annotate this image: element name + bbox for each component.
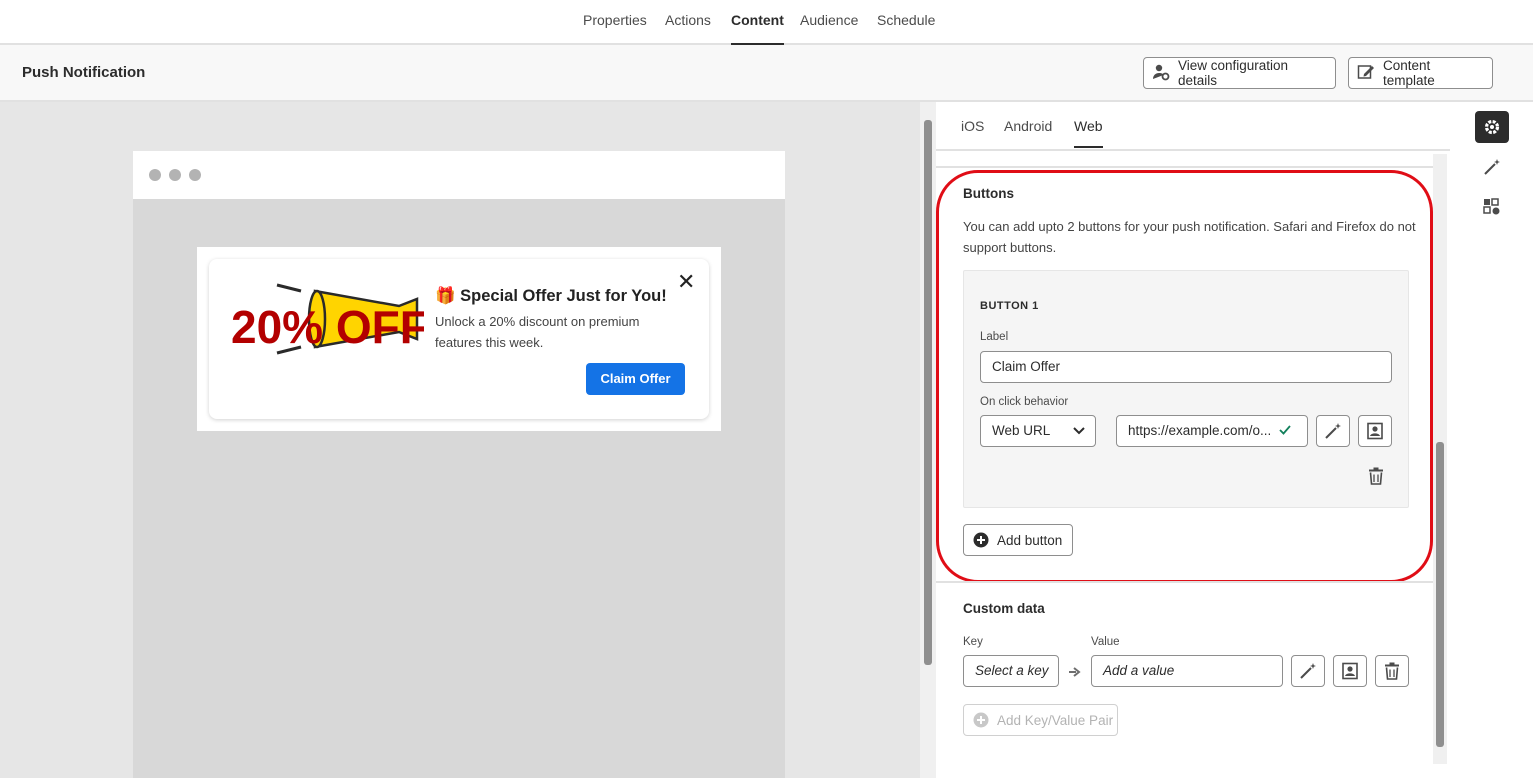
notification-frame: 20% OFF 🎁 Special Offer Just for You! Un…	[197, 247, 721, 431]
preview-scroll-thumb[interactable]	[924, 120, 932, 665]
browser-mockup: 20% OFF 🎁 Special Offer Just for You! Un…	[133, 151, 785, 778]
trash-icon	[1385, 662, 1399, 680]
settings-button[interactable]	[1475, 111, 1509, 143]
add-key-value-pair-button[interactable]: Add Key/Value Pair	[963, 704, 1118, 736]
value-asset-button[interactable]	[1333, 655, 1367, 687]
preview-canvas: 20% OFF 🎁 Special Offer Just for You! Un…	[0, 102, 936, 778]
layout-settings-icon	[1483, 198, 1500, 215]
view-configuration-label: View configuration details	[1178, 58, 1289, 88]
fragments-button[interactable]	[1475, 191, 1509, 223]
browser-titlebar	[133, 151, 785, 199]
panel-scrollbar[interactable]	[1433, 154, 1447, 764]
promo-image: 20% OFF	[231, 283, 424, 355]
preview-scrollbar[interactable]	[920, 102, 936, 778]
panel-scroll-thumb[interactable]	[1436, 442, 1444, 747]
content-template-button[interactable]: Content template	[1348, 57, 1493, 89]
tab-content[interactable]: Content	[731, 0, 784, 45]
value-input[interactable]: Add a value	[1091, 655, 1283, 687]
content-template-label: Content template	[1383, 58, 1435, 88]
delete-pair-button[interactable]	[1375, 655, 1409, 687]
add-circle-icon	[973, 712, 989, 728]
asset-picker-icon	[1342, 662, 1358, 680]
window-dot-icon	[149, 169, 161, 181]
top-navigation: Properties Actions Content Audience Sche…	[0, 0, 1533, 45]
add-key-value-pair-label: Add Key/Value Pair	[997, 712, 1114, 728]
tab-properties[interactable]: Properties	[583, 0, 647, 45]
key-caption: Key	[963, 636, 983, 648]
ai-assistant-button[interactable]	[1475, 151, 1509, 183]
value-personalize-button[interactable]	[1291, 655, 1325, 687]
section-divider	[936, 581, 1433, 583]
magic-wand-icon	[1484, 159, 1500, 175]
gear-icon	[1484, 119, 1500, 135]
tab-web[interactable]: Web	[1074, 118, 1103, 148]
highlight-annotation	[936, 170, 1433, 583]
key-select[interactable]: Select a key	[963, 655, 1059, 687]
user-settings-icon	[1152, 63, 1170, 84]
tab-schedule[interactable]: Schedule	[877, 0, 935, 45]
tab-actions[interactable]: Actions	[665, 0, 711, 45]
value-caption: Value	[1091, 636, 1120, 648]
properties-panel: iOS Android Web Buttons You can add upto…	[936, 102, 1450, 778]
section-divider	[936, 166, 1433, 168]
right-rail	[1466, 102, 1533, 778]
view-configuration-button[interactable]: View configuration details	[1143, 57, 1336, 89]
promo-text: 20% OFF	[231, 301, 424, 353]
arrow-right-icon	[1069, 667, 1081, 677]
page-header: Push Notification View configuration det…	[0, 45, 1533, 102]
platform-tabs: iOS Android Web	[936, 102, 1450, 151]
push-notification-card: 20% OFF 🎁 Special Offer Just for You! Un…	[209, 259, 709, 419]
tab-audience[interactable]: Audience	[800, 0, 858, 45]
page-title: Push Notification	[22, 64, 146, 81]
close-icon[interactable]: ✕	[677, 269, 695, 295]
edit-template-icon	[1357, 63, 1375, 84]
window-dot-icon	[189, 169, 201, 181]
claim-offer-button[interactable]: Claim Offer	[586, 363, 685, 395]
window-dot-icon	[169, 169, 181, 181]
notification-title: 🎁 Special Offer Just for You!	[435, 287, 667, 305]
tab-android[interactable]: Android	[1004, 118, 1052, 134]
notification-body: Unlock a 20% discount on premium feature…	[435, 314, 640, 350]
magic-wand-icon	[1300, 663, 1316, 679]
tab-ios[interactable]: iOS	[961, 118, 984, 134]
custom-data-title: Custom data	[963, 601, 1045, 616]
